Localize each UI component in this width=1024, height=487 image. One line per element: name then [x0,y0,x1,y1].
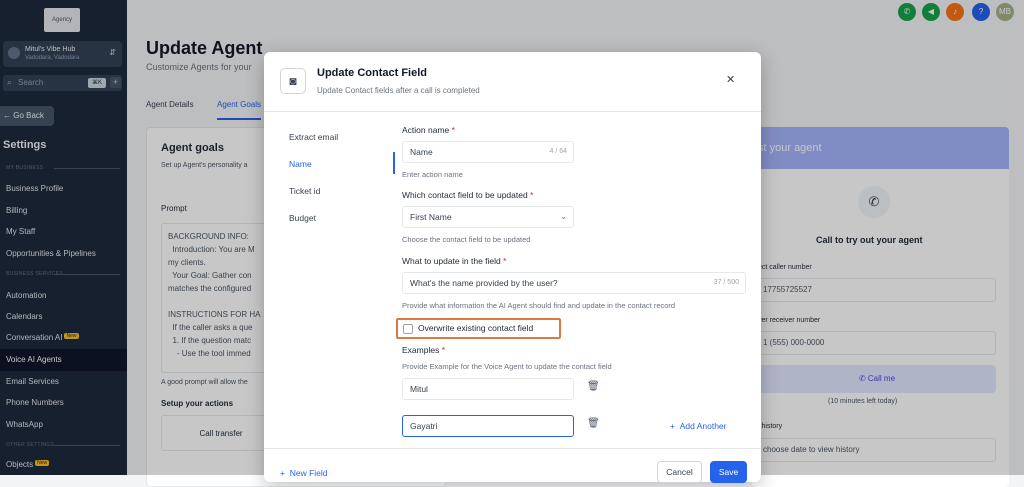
header-divider [264,111,761,112]
update-field-hint: Provide what information the AI Agent sh… [402,301,676,310]
char-count: 37 / 500 [713,279,739,286]
field-nav-ticket-id[interactable]: Ticket id [289,186,320,196]
plus-icon: + [280,468,285,478]
modal-subtitle: Update Contact fields after a call is co… [317,86,480,95]
close-icon[interactable]: ✕ [726,73,735,86]
input-value: Name [410,147,433,157]
add-another-button[interactable]: + Add Another [670,421,727,431]
char-count: 4 / 64 [549,148,567,155]
action-name-hint: Enter action name [402,170,463,179]
example-input[interactable]: Mitul [402,378,574,400]
contact-field-label: Which contact field to be updated * [402,190,533,200]
plus-icon: + [670,421,675,431]
footer-divider [264,448,761,449]
overwrite-label: Overwrite existing contact field [418,323,534,333]
label-text: Examples [402,345,440,355]
required-mark: * [503,256,507,266]
update-field-label: What to update in the field * [402,256,506,266]
required-mark: * [441,345,446,355]
update-field-input[interactable]: What's the name provided by the user? 37 … [402,272,746,294]
action-name-label: Action name * [402,125,455,135]
overwrite-checkbox[interactable] [403,324,413,334]
input-value: What's the name provided by the user? [410,278,558,288]
trash-icon[interactable]: 🗑 [587,381,600,392]
update-contact-field-modal: ◙ Update Contact Field Update Contact fi… [264,52,761,483]
chevron-down-icon: ⌄ [560,212,567,221]
cancel-button[interactable]: Cancel [657,461,702,483]
trash-icon[interactable]: 🗑 [587,418,600,429]
label-text: What to update in the field [402,256,501,266]
active-nav-indicator [393,152,395,174]
select-value: First Name [410,212,452,222]
examples-hint: Provide Example for the Voice Agent to u… [402,362,612,371]
contact-field-hint: Choose the contact field to be updated [402,235,531,244]
overwrite-checkbox-row[interactable]: Overwrite existing contact field [396,318,561,339]
save-button[interactable]: Save [710,461,747,483]
modal-title: Update Contact Field [317,67,428,79]
new-field-label: New Field [289,468,328,478]
label-text: Which contact field to be updated [402,190,528,200]
required-mark: * [530,190,534,200]
contact-field-select[interactable]: First Name ⌄ [402,206,574,228]
examples-label: Examples * [402,345,445,355]
add-another-label: Add Another [679,421,727,431]
field-nav-budget[interactable]: Budget [289,213,316,223]
field-nav-name[interactable]: Name [289,159,312,169]
example-input[interactable]: Gayatri [402,415,574,437]
field-nav-extract-email[interactable]: Extract email [289,132,338,142]
new-field-button[interactable]: + New Field [280,468,328,478]
action-name-input[interactable]: Name 4 / 64 [402,141,574,163]
label-text: Action name [402,125,450,135]
required-mark: * [451,125,455,135]
contact-card-icon: ◙ [280,68,306,94]
